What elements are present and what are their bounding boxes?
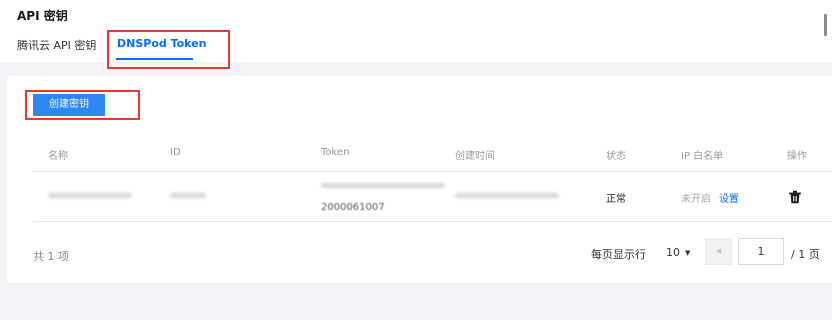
redacted-token — [321, 183, 445, 188]
rows-per-page-label: 每页显示行 — [591, 248, 646, 261]
scrollbar[interactable] — [824, 14, 827, 36]
table-header-divider — [33, 171, 832, 172]
token-tail: 2000061007 — [321, 202, 385, 213]
column-header-name: 名称 — [48, 151, 68, 162]
redacted-id — [170, 193, 206, 198]
trash-icon[interactable] — [788, 190, 802, 204]
caret-down-icon[interactable]: ▼ — [685, 249, 690, 257]
column-header-id: ID — [170, 147, 181, 158]
tab-tencent-cloud-api-key[interactable]: 腾讯云 API 密钥 — [17, 37, 96, 53]
highlight-box-tab — [107, 30, 230, 69]
page-size-value[interactable]: 10 — [666, 246, 680, 259]
column-header-ip-whitelist: IP 白名单 — [681, 151, 724, 162]
column-header-token: Token — [321, 147, 350, 158]
redacted-created-time — [455, 193, 559, 198]
table-row-divider — [33, 221, 832, 222]
ip-whitelist-status: 未开启 — [681, 194, 711, 205]
highlight-box-create-button — [25, 90, 140, 120]
total-count: 共 1 项 — [33, 250, 69, 263]
status-cell: 正常 — [606, 194, 626, 205]
page-number-input[interactable] — [738, 238, 784, 265]
column-header-actions: 操作 — [787, 151, 807, 162]
ip-whitelist-settings-link[interactable]: 设置 — [719, 190, 739, 205]
prev-page-button[interactable]: ◀ — [705, 238, 732, 265]
total-pages: / 1 页 — [791, 248, 820, 261]
page-title: API 密钥 — [17, 9, 68, 23]
chevron-left-icon: ◀ — [715, 247, 722, 255]
redacted-name — [48, 193, 132, 198]
column-header-status: 状态 — [606, 151, 626, 162]
column-header-created-time: 创建时间 — [455, 151, 495, 162]
